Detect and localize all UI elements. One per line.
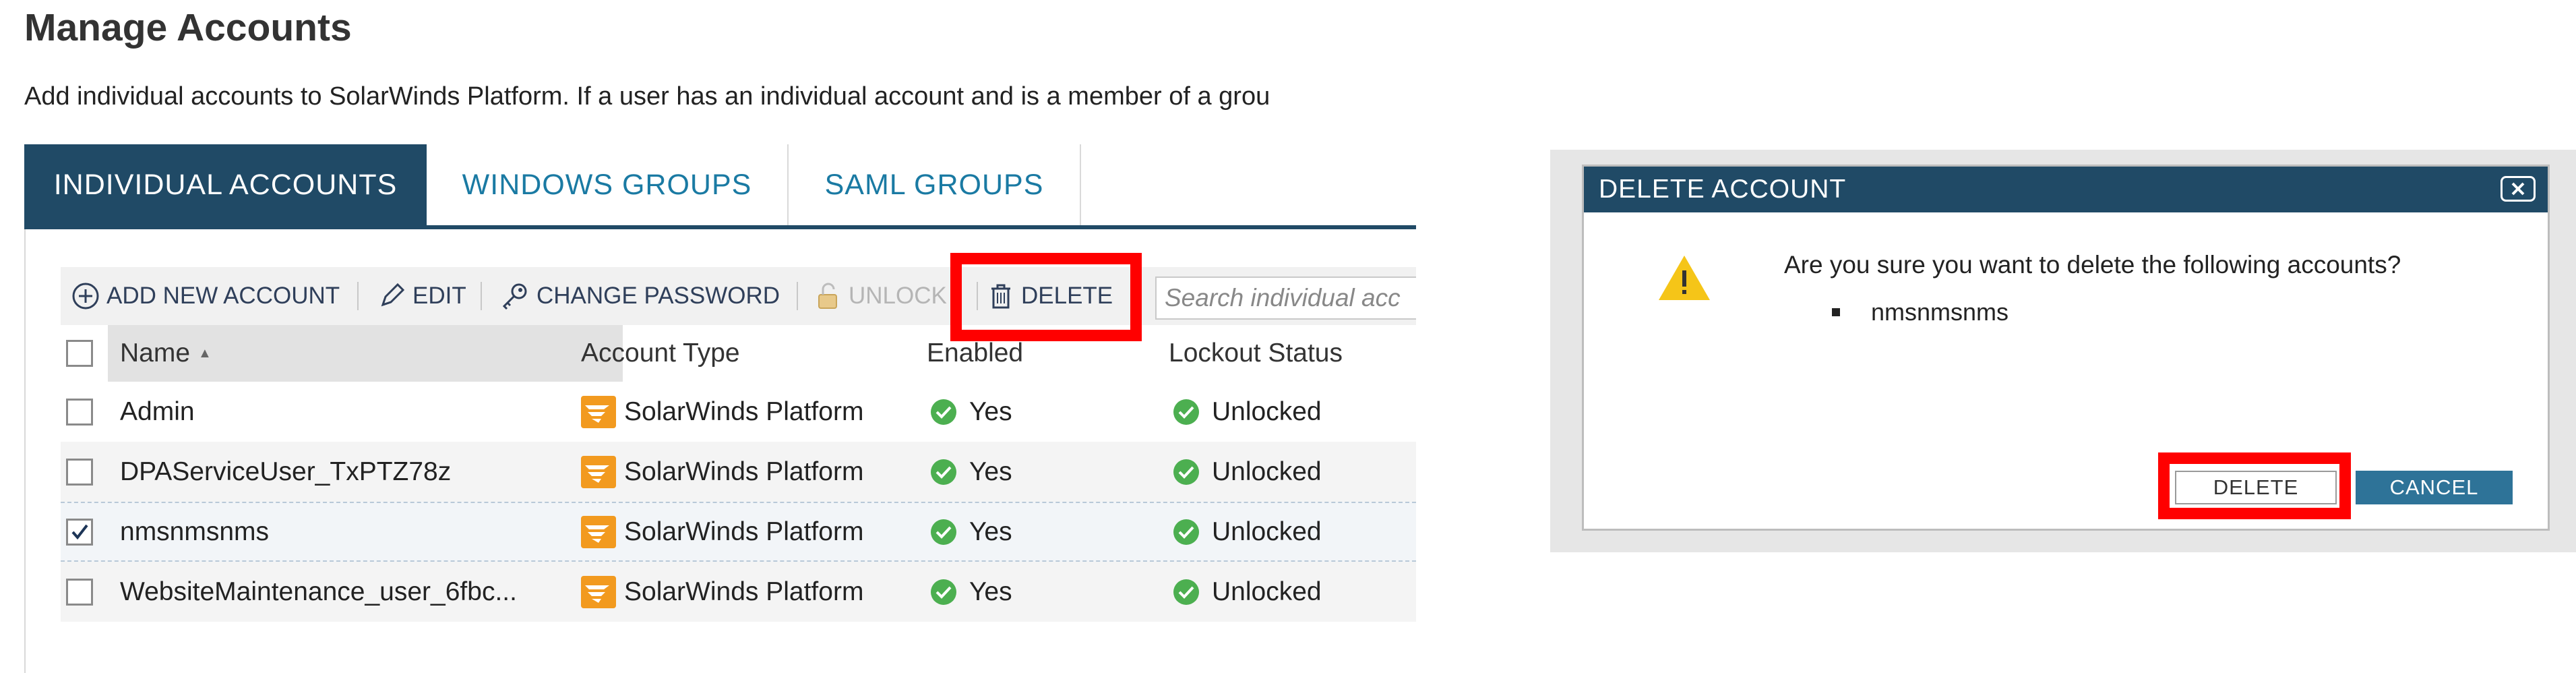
toolbar-divider (797, 282, 798, 310)
check-circle-icon (931, 579, 956, 605)
page-description: Add individual accounts to SolarWinds Pl… (24, 82, 1270, 111)
add-new-account-button[interactable]: ADD NEW ACCOUNT (71, 267, 340, 325)
enabled-label: Yes (969, 457, 1012, 486)
check-circle-icon (931, 459, 956, 485)
toolbar-divider (481, 282, 482, 310)
row-checkbox[interactable] (66, 398, 93, 426)
account-name: nmsnmsnms (120, 517, 270, 546)
key-icon (502, 283, 527, 310)
edit-label: EDIT (412, 283, 466, 309)
column-header-lockout-status[interactable]: Lockout Status (1169, 325, 1343, 382)
account-name: Admin (120, 397, 195, 426)
cancel-button[interactable]: CANCEL (2356, 471, 2513, 504)
edit-pencil-icon (381, 283, 405, 307)
check-circle-icon (1173, 399, 1199, 425)
lockout-cell: Unlocked (1173, 442, 1322, 502)
table-row[interactable]: nmsnmsnms SolarWinds Platform Yes Unlock… (61, 502, 1416, 562)
unlock-button[interactable]: UNLOCK (815, 267, 947, 325)
list-item: nmsnmsnms (1832, 298, 2008, 326)
unlock-icon (818, 283, 837, 309)
account-type-cell: SolarWinds Platform (581, 442, 863, 502)
check-circle-icon (1173, 519, 1199, 545)
dialog-message: Are you sure you want to delete the foll… (1784, 251, 2401, 279)
accounts-grid: Name ▲ Account Type Enabled Lockout Stat… (61, 325, 1416, 622)
list-bullet (1832, 308, 1840, 316)
table-row[interactable]: DPAServiceUser_TxPTZ78z SolarWinds Platf… (61, 442, 1416, 502)
table-row[interactable]: WebsiteMaintenance_user_6fbc... SolarWin… (61, 562, 1416, 622)
row-checkbox[interactable] (66, 578, 93, 606)
account-type-cell: SolarWinds Platform (581, 562, 863, 622)
enabled-cell: Yes (930, 562, 1012, 622)
confirm-delete-highlight (2158, 452, 2351, 519)
unlock-label: UNLOCK (849, 283, 947, 309)
account-type-label: SolarWinds Platform (624, 397, 864, 426)
enabled-label: Yes (969, 577, 1012, 606)
checkmark-icon (71, 524, 88, 539)
close-button[interactable] (2501, 176, 2536, 202)
change-password-button[interactable]: CHANGE PASSWORD (500, 267, 780, 325)
enabled-label: Yes (969, 397, 1012, 426)
lockout-label: Unlocked (1212, 517, 1322, 546)
grid-header: Name ▲ Account Type Enabled Lockout Stat… (61, 325, 1416, 382)
tab-windows-groups[interactable]: WINDOWS GROUPS (427, 144, 789, 225)
lockout-cell: Unlocked (1173, 562, 1322, 622)
lockout-cell: Unlocked (1173, 382, 1322, 442)
tab-individual-accounts[interactable]: INDIVIDUAL ACCOUNTS (24, 144, 427, 225)
row-checkbox[interactable] (66, 518, 93, 546)
add-new-account-label: ADD NEW ACCOUNT (106, 283, 340, 309)
lockout-label: Unlocked (1212, 577, 1322, 606)
column-header-name[interactable]: Name ▲ (108, 325, 623, 382)
check-circle-icon (1173, 579, 1199, 605)
enabled-cell: Yes (930, 503, 1012, 560)
panel-border (24, 229, 26, 673)
enabled-cell: Yes (930, 442, 1012, 502)
check-circle-icon (1173, 459, 1199, 485)
close-icon (2511, 182, 2525, 196)
delete-account-dialog: DELETE ACCOUNT Are you sure you want to … (1582, 165, 2550, 531)
check-circle-icon (931, 519, 956, 545)
warning-icon (1659, 256, 1710, 300)
table-row[interactable]: Admin SolarWinds Platform Yes Unlocked (61, 382, 1416, 442)
lockout-cell: Unlocked (1173, 503, 1322, 560)
column-header-enabled[interactable]: Enabled (927, 325, 1023, 382)
account-type-cell: SolarWinds Platform (581, 382, 863, 442)
add-icon (72, 283, 99, 310)
column-header-account-type[interactable]: Account Type (581, 325, 740, 382)
account-type-label: SolarWinds Platform (624, 517, 864, 546)
select-all-checkbox[interactable] (66, 340, 93, 367)
solarwinds-icon (581, 395, 616, 428)
toolbar-divider (357, 282, 359, 310)
lockout-label: Unlocked (1212, 397, 1322, 426)
account-type-label: SolarWinds Platform (624, 457, 864, 486)
row-checkbox[interactable] (66, 458, 93, 486)
account-to-delete: nmsnmsnms (1871, 298, 2009, 326)
search-input[interactable] (1155, 276, 1416, 320)
account-name: DPAServiceUser_TxPTZ78z (120, 457, 452, 486)
check-circle-icon (931, 399, 956, 425)
account-tabs: INDIVIDUAL ACCOUNTS WINDOWS GROUPS SAML … (24, 144, 1416, 229)
sort-ascending-icon: ▲ (198, 345, 212, 361)
enabled-label: Yes (969, 517, 1012, 546)
solarwinds-icon (581, 515, 616, 548)
account-name: WebsiteMaintenance_user_6fbc... (120, 577, 517, 606)
lockout-label: Unlocked (1212, 457, 1322, 486)
column-header-name-label: Name (120, 339, 191, 368)
solarwinds-icon (581, 575, 616, 608)
tab-saml-groups[interactable]: SAML GROUPS (789, 144, 1081, 225)
account-type-label: SolarWinds Platform (624, 577, 864, 606)
enabled-cell: Yes (930, 382, 1012, 442)
dialog-header: DELETE ACCOUNT (1584, 167, 2548, 212)
change-password-label: CHANGE PASSWORD (536, 283, 780, 309)
account-type-cell: SolarWinds Platform (581, 503, 863, 560)
page-title: Manage Accounts (24, 6, 352, 49)
dialog-title: DELETE ACCOUNT (1599, 175, 1847, 204)
edit-button[interactable]: EDIT (377, 267, 466, 325)
solarwinds-icon (581, 455, 616, 488)
